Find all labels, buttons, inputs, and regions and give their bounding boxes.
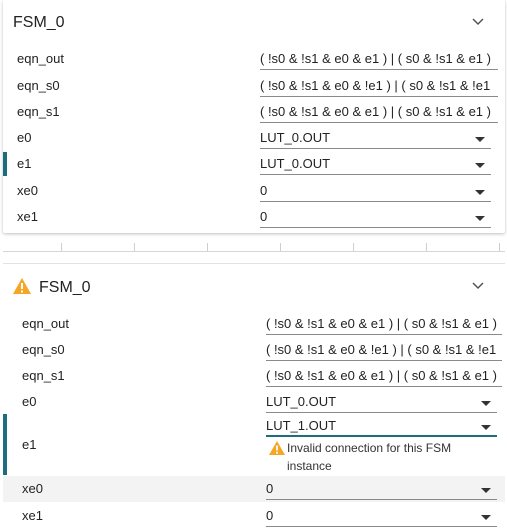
row-e0: e0 LUT_0.OUT (3, 389, 505, 415)
caret-down-icon (475, 163, 485, 168)
row-e1: e1 LUT_1.OUT Invalid connection for this… (3, 414, 505, 475)
field-label: eqn_s1 (17, 104, 60, 119)
caret-down-icon (481, 488, 491, 493)
ruler-tick (426, 243, 427, 251)
caret-down-icon (481, 515, 491, 520)
warning-icon (269, 441, 285, 455)
xe0-select-value: 0 (266, 481, 274, 496)
field-label: eqn_s1 (22, 368, 65, 383)
field-label: eqn_out (22, 316, 69, 331)
fsm-panel-top: FSM_0 eqn_out ( !s0 & !s1 & e0 & e1 ) | … (3, 0, 505, 233)
eqn-s0-field[interactable]: ( !s0 & !s1 & e0 & !e1 ) | ( s0 & !s1 & … (260, 77, 498, 97)
panel-header[interactable]: FSM_0 (3, 2, 505, 42)
row-eqn-s0: eqn_s0 ( !s0 & !s1 & e0 & !e1 ) | ( s0 &… (3, 73, 505, 99)
caret-down-icon (475, 190, 485, 195)
row-eqn-out: eqn_out ( !s0 & !s1 & e0 & e1 ) | ( s0 &… (3, 311, 505, 337)
field-label: e0 (17, 130, 32, 145)
eqn-s1-field[interactable]: ( !s0 & !s1 & e0 & e1 ) | ( s0 & !s1 & e… (266, 367, 502, 387)
e1-select-value: LUT_0.OUT (260, 156, 331, 171)
ruler-tick (499, 243, 500, 251)
e0-select-value: LUT_0.OUT (266, 394, 337, 409)
chevron-down-icon[interactable] (469, 277, 487, 295)
xe1-select[interactable]: 0 (260, 208, 491, 228)
ruler-tick (207, 243, 208, 251)
row-e1: e1 LUT_0.OUT (3, 151, 505, 177)
xe1-select-value: 0 (266, 508, 274, 523)
ruler-tick (61, 243, 62, 251)
ruler-tick (280, 243, 281, 251)
warning-message-line1: Invalid connection for this FSM (287, 441, 452, 455)
eqn-out-field[interactable]: ( !s0 & !s1 & e0 & e1 ) | ( s0 & !s1 & e… (260, 50, 498, 70)
eqn-s1-field[interactable]: ( !s0 & !s1 & e0 & e1 ) | ( s0 & !s1 & e… (260, 103, 498, 123)
row-eqn-s0: eqn_s0 ( !s0 & !s1 & e0 & !e1 ) | ( s0 &… (3, 337, 505, 363)
field-label: xe1 (22, 508, 43, 523)
field-label: eqn_s0 (17, 78, 60, 93)
panel-title: FSM_0 (39, 279, 91, 296)
field-label: xe1 (17, 209, 38, 224)
caret-down-icon (481, 425, 491, 430)
warning-message-line2: instance (287, 459, 332, 473)
ruler-tick (134, 243, 135, 251)
row-eqn-s1: eqn_s1 ( !s0 & !s1 & e0 & e1 ) | ( s0 & … (3, 363, 505, 389)
xe1-select[interactable]: 0 (266, 507, 497, 527)
field-label: e1 (22, 437, 37, 452)
field-label: xe0 (17, 183, 38, 198)
e0-select[interactable]: LUT_0.OUT (260, 129, 491, 149)
chevron-down-icon[interactable] (469, 13, 487, 31)
caret-down-icon (475, 137, 485, 142)
warning-icon (13, 278, 31, 294)
xe0-select-value: 0 (260, 183, 268, 198)
field-label: e0 (22, 394, 37, 409)
row-eqn-s1: eqn_s1 ( !s0 & !s1 & e0 & e1 ) | ( s0 & … (3, 99, 505, 125)
eqn-out-field[interactable]: ( !s0 & !s1 & e0 & e1 ) | ( s0 & !s1 & e… (266, 315, 502, 335)
field-label: e1 (17, 156, 32, 171)
row-xe0: xe0 0 (3, 476, 505, 502)
row-xe1: xe1 0 (3, 503, 505, 529)
e1-select-value: LUT_1.OUT (266, 418, 337, 433)
e0-select[interactable]: LUT_0.OUT (266, 393, 497, 413)
caret-down-icon (475, 216, 485, 221)
e1-select[interactable]: LUT_0.OUT (260, 155, 491, 175)
row-xe1: xe1 0 (3, 204, 505, 230)
e1-select[interactable]: LUT_1.OUT (266, 417, 497, 437)
xe1-select-value: 0 (260, 209, 268, 224)
ruler-tick (353, 243, 354, 251)
panel-title: FSM_0 (13, 14, 65, 31)
field-label: eqn_s0 (22, 342, 65, 357)
row-e0: e0 LUT_0.OUT (3, 125, 505, 151)
xe0-select[interactable]: 0 (266, 480, 497, 500)
caret-down-icon (481, 401, 491, 406)
row-eqn-out: eqn_out ( !s0 & !s1 & e0 & e1 ) | ( s0 &… (3, 46, 505, 72)
eqn-s0-field[interactable]: ( !s0 & !s1 & e0 & !e1 ) | ( s0 & !s1 & … (266, 341, 502, 361)
e0-select-value: LUT_0.OUT (260, 130, 331, 145)
field-label: eqn_out (17, 51, 64, 66)
fsm-panel-bottom: FSM_0 eqn_out ( !s0 & !s1 & e0 & e1 ) | … (3, 263, 505, 531)
ruler (3, 240, 505, 252)
field-label: xe0 (22, 481, 43, 496)
xe0-select[interactable]: 0 (260, 182, 491, 202)
row-xe0: xe0 0 (3, 178, 505, 204)
panel-header[interactable]: FSM_0 (3, 266, 505, 306)
